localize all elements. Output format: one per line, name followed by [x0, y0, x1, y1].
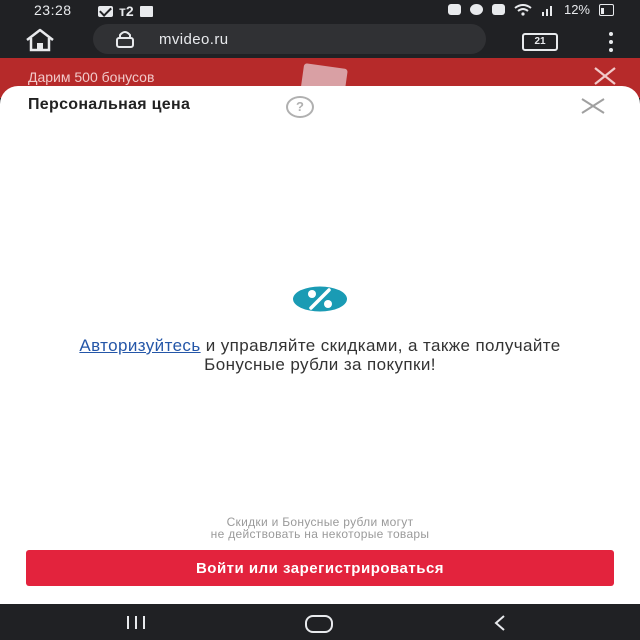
carrier-label: т2 — [119, 3, 134, 19]
home-nav-icon[interactable] — [305, 615, 333, 633]
tabs-icon[interactable]: 21 — [522, 33, 558, 51]
help-symbol: ? — [296, 99, 304, 114]
menu-dots-icon[interactable] — [604, 30, 618, 52]
login-button[interactable]: Войти или зарегистрироваться — [26, 550, 614, 586]
back-icon[interactable] — [492, 614, 508, 632]
alarm-icon — [447, 4, 461, 15]
close-icon[interactable] — [580, 98, 606, 114]
home-icon[interactable] — [23, 28, 57, 52]
clock-icon — [469, 4, 483, 15]
mute-icon — [491, 4, 505, 15]
status-right-icons: 12% — [447, 2, 614, 17]
sheet-title: Персональная цена — [28, 96, 191, 113]
promo-close-icon[interactable] — [592, 66, 618, 86]
status-bar: 23:28 т2 12% — [0, 0, 640, 22]
url-field[interactable]: mvideo.ru — [93, 24, 486, 54]
signal-icon — [541, 5, 552, 16]
disclaimer: Скидки и Бонусные рубли могут не действо… — [60, 516, 580, 540]
status-left-icons: т2 — [98, 3, 153, 19]
percent-icon — [293, 286, 347, 312]
wifi-icon — [514, 3, 532, 16]
battery-percent: 12% — [563, 2, 590, 17]
url-text[interactable]: mvideo.ru — [159, 31, 228, 48]
auth-message-text: и управляйте скидками, а также получайте… — [200, 336, 561, 374]
lock-icon[interactable] — [115, 30, 135, 48]
personal-price-sheet: Персональная цена ? Авторизуйтесь и упра… — [0, 86, 640, 604]
system-nav-bar — [0, 604, 640, 640]
recent-apps-icon[interactable] — [127, 616, 153, 630]
browser-toolbar: mvideo.ru 21 — [0, 22, 640, 58]
battery-icon — [599, 3, 614, 16]
auth-link[interactable]: Авторизуйтесь — [79, 336, 200, 355]
auth-message: Авторизуйтесь и управляйте скидками, а т… — [40, 336, 600, 374]
status-time: 23:28 — [34, 2, 72, 18]
image-icon — [139, 5, 153, 17]
disclaimer-line-2: не действовать на некоторые товары — [210, 527, 430, 541]
tab-count: 21 — [534, 36, 546, 47]
promo-text: Дарим 500 бонусов — [28, 69, 155, 85]
mail-icon — [98, 5, 113, 17]
help-icon[interactable]: ? — [286, 96, 314, 118]
